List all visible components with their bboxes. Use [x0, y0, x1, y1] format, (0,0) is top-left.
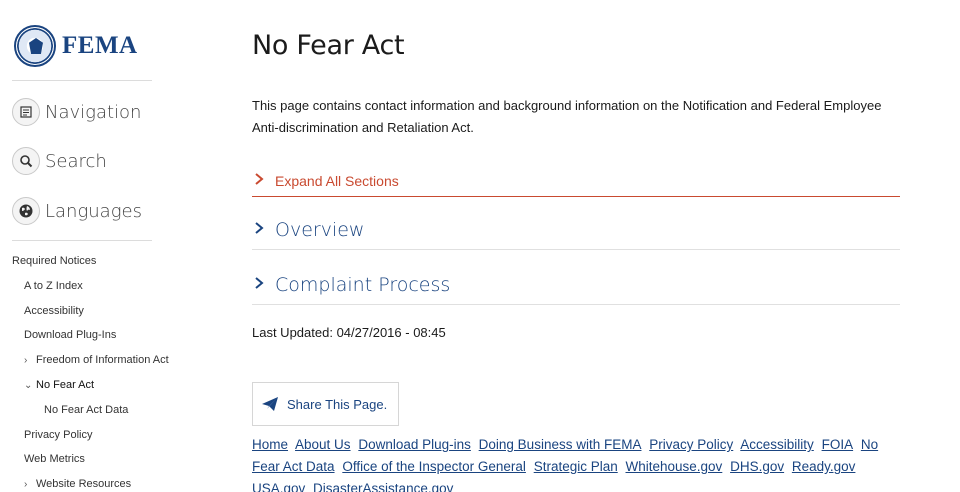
notice-label: No Fear Act — [36, 378, 95, 391]
page-title: No Fear Act — [252, 30, 405, 61]
footer-link-disaster-assistance[interactable]: DisasterAssistance.gov — [313, 481, 453, 492]
accordion-label: Overview — [275, 218, 365, 241]
search-icon — [12, 147, 40, 175]
footer-link-inspector-general[interactable]: Office of the Inspector General — [342, 459, 526, 474]
notice-web-metrics[interactable]: Web Metrics — [12, 450, 182, 475]
divider — [12, 240, 152, 241]
last-updated-value: 04/27/2016 - 08:45 — [336, 325, 446, 340]
accordion-label: Complaint Process — [275, 273, 451, 296]
dhs-seal-icon — [14, 25, 56, 67]
footer-link-whitehouse[interactable]: Whitehouse.gov — [626, 459, 723, 474]
required-notices-menu: Required Notices A to Z Index Accessibil… — [12, 252, 182, 492]
footer-link-doing-business[interactable]: Doing Business with FEMA — [479, 437, 642, 452]
notice-accessibility[interactable]: Accessibility — [12, 302, 182, 327]
chevron-right-icon — [252, 275, 275, 295]
notice-a-to-z-index[interactable]: A to Z Index — [12, 277, 182, 302]
accordion-complaint-process[interactable]: Complaint Process — [252, 265, 900, 305]
footer-link-download-plug-ins[interactable]: Download Plug-ins — [358, 437, 471, 452]
footer-link-privacy-policy[interactable]: Privacy Policy — [649, 437, 733, 452]
last-updated-label: Last Updated: — [252, 325, 333, 340]
chevron-right-icon — [252, 172, 275, 191]
globe-icon — [12, 197, 40, 225]
share-page-button[interactable]: Share This Page. — [252, 382, 399, 426]
share-label: Share This Page. — [287, 396, 388, 412]
footer-link-dhs[interactable]: DHS.gov — [730, 459, 784, 474]
footer-link-foia[interactable]: FOIA — [822, 437, 854, 452]
chevron-right-icon — [252, 220, 275, 240]
sidebar: FEMA Navigation Search Languages Require… — [12, 0, 169, 492]
notice-label: Website Resources — [36, 478, 132, 491]
languages-button[interactable]: Languages — [12, 196, 142, 226]
footer-link-strategic-plan[interactable]: Strategic Plan — [534, 459, 618, 474]
notice-website-resources[interactable]: › Website Resources — [12, 475, 182, 492]
chevron-down-icon: ⌄ — [24, 379, 33, 391]
navigation-button[interactable]: Navigation — [12, 97, 141, 127]
fema-logo[interactable]: FEMA — [14, 24, 138, 68]
navigation-label: Navigation — [45, 101, 142, 123]
expand-all-sections-button[interactable]: Expand All Sections — [252, 166, 900, 197]
last-updated: Last Updated: 04/27/2016 - 08:45 — [252, 325, 446, 340]
accordion-overview[interactable]: Overview — [252, 210, 900, 250]
paper-plane-icon — [253, 396, 287, 412]
footer-link-home[interactable]: Home — [252, 437, 288, 452]
chevron-right-icon: › — [24, 355, 28, 367]
required-notices-header[interactable]: Required Notices — [12, 252, 182, 277]
intro-text: This page contains contact information a… — [252, 98, 882, 135]
footer-link-ready[interactable]: Ready.gov — [792, 459, 856, 474]
menu-icon — [12, 98, 40, 126]
notice-no-fear-act-data[interactable]: No Fear Act Data — [12, 401, 182, 426]
notice-no-fear-act[interactable]: ⌄ No Fear Act — [12, 376, 182, 401]
logo-text: FEMA — [62, 32, 138, 59]
chevron-right-icon: › — [24, 479, 28, 491]
search-label: Search — [45, 150, 107, 172]
footer-links: Home About Us Download Plug-ins Doing Bu… — [252, 434, 892, 492]
notice-download-plug-ins[interactable]: Download Plug-Ins — [12, 326, 182, 351]
notice-label: Freedom of Information Act — [36, 354, 169, 367]
notice-foia[interactable]: › Freedom of Information Act — [12, 351, 182, 376]
notice-privacy-policy[interactable]: Privacy Policy — [12, 426, 182, 451]
languages-label: Languages — [45, 200, 142, 222]
divider — [12, 80, 152, 81]
footer-link-about-us[interactable]: About Us — [295, 437, 351, 452]
footer-link-accessibility[interactable]: Accessibility — [740, 437, 814, 452]
search-button[interactable]: Search — [12, 146, 107, 176]
expand-all-label: Expand All Sections — [275, 173, 399, 189]
footer-link-usa[interactable]: USA.gov — [252, 481, 305, 492]
